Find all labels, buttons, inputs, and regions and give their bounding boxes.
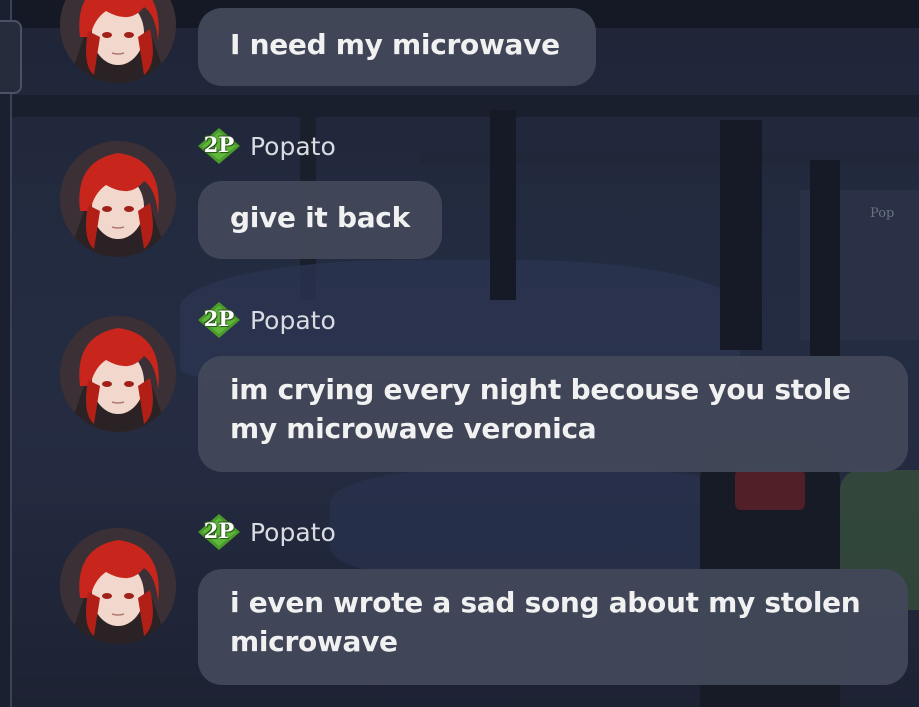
avatar[interactable] (60, 141, 176, 257)
player-badge: 2P (198, 302, 240, 338)
message-text: I need my microwave (230, 28, 560, 61)
message-bubble[interactable]: give it back (198, 181, 442, 259)
red-haired-character-avatar-icon (60, 316, 176, 432)
red-haired-character-avatar-icon (60, 528, 176, 644)
player-badge: 2P (198, 128, 240, 164)
sender-bar: 2P Popato (198, 302, 336, 338)
badge-label: 2P (203, 306, 235, 331)
message-bubble[interactable]: im crying every night becouse you stole … (198, 356, 908, 472)
message-text: im crying every night becouse you stole … (230, 373, 851, 445)
player-badge: 2P (198, 514, 240, 550)
red-haired-character-avatar-icon (60, 141, 176, 257)
avatar[interactable] (60, 316, 176, 432)
message-bubble[interactable]: I need my microwave (198, 8, 596, 86)
sender-bar: 2P Popato (198, 128, 336, 164)
sender-name[interactable]: Popato (250, 306, 336, 335)
sender-name[interactable]: Popato (250, 518, 336, 547)
avatar[interactable] (60, 528, 176, 644)
red-haired-character-avatar-icon (60, 0, 176, 83)
message-text: give it back (230, 201, 410, 234)
game-scene: Pop I need my microwave 2P Popato give i… (0, 0, 919, 707)
message-bubble[interactable]: i even wrote a sad song about my stolen … (198, 569, 908, 685)
sender-bar: 2P Popato (198, 514, 336, 550)
sender-name[interactable]: Popato (250, 132, 336, 161)
chat-log[interactable]: I need my microwave 2P Popato give it ba… (0, 0, 919, 707)
badge-label: 2P (203, 518, 235, 543)
badge-label: 2P (203, 132, 235, 157)
avatar[interactable] (60, 0, 176, 83)
message-text: i even wrote a sad song about my stolen … (230, 586, 861, 658)
